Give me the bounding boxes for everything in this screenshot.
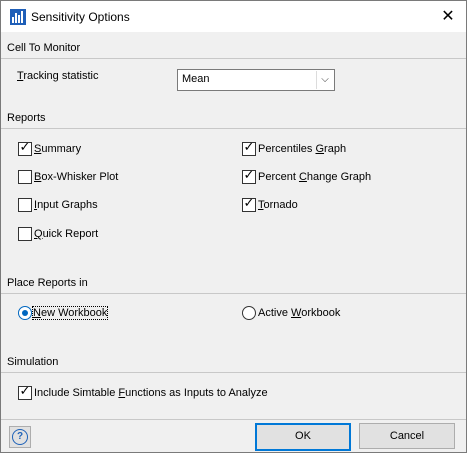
- quick-report-checkbox[interactable]: [18, 227, 32, 241]
- section-divider: [1, 58, 466, 59]
- dialog-title: Sensitivity Options: [31, 10, 130, 24]
- sensitivity-app-icon: [10, 9, 26, 25]
- help-icon: ?: [12, 429, 28, 445]
- checkmark-icon: ✓: [19, 383, 31, 398]
- checkmark-icon: ✓: [243, 139, 255, 154]
- close-icon[interactable]: ✕: [438, 7, 458, 27]
- tracking-statistic-select[interactable]: Mean ⌵: [177, 69, 335, 91]
- percentiles-graph-label[interactable]: Percentiles Graph: [258, 143, 346, 155]
- input-graphs-checkbox[interactable]: [18, 198, 32, 212]
- tornado-label[interactable]: Tornado: [258, 199, 298, 211]
- ok-button[interactable]: OK: [255, 423, 351, 451]
- section-label: Reports: [7, 112, 46, 124]
- section-cell-to-monitor: Cell To Monitor: [1, 39, 466, 59]
- chevron-down-icon[interactable]: ⌵: [316, 71, 333, 89]
- active-workbook-radio[interactable]: [242, 306, 256, 320]
- summary-label[interactable]: Summary: [34, 143, 81, 155]
- new-workbook-radio[interactable]: [18, 306, 32, 320]
- cancel-button[interactable]: Cancel: [359, 423, 455, 449]
- checkmark-icon: ✓: [243, 167, 255, 182]
- quick-report-label[interactable]: Quick Report: [34, 228, 98, 240]
- active-workbook-label[interactable]: Active Workbook: [258, 307, 340, 319]
- tracking-statistic-label: Tracking statistic: [17, 70, 99, 82]
- include-simtable-functions-checkbox[interactable]: ✓: [18, 383, 32, 400]
- percentiles-graph-checkbox[interactable]: ✓: [242, 139, 256, 156]
- new-workbook-label[interactable]: New Workbook: [31, 306, 109, 320]
- section-divider: [1, 372, 466, 373]
- percent-change-graph-label[interactable]: Percent Change Graph: [258, 171, 371, 183]
- radio-selected-dot: [22, 310, 28, 316]
- percent-change-graph-checkbox[interactable]: ✓: [242, 167, 256, 184]
- box-whisker-label[interactable]: Box-Whisker Plot: [34, 171, 118, 183]
- section-divider: [1, 128, 466, 129]
- tracking-statistic-value: Mean: [182, 73, 210, 85]
- footer-divider: [1, 419, 466, 420]
- section-place-reports: Place Reports in: [1, 274, 466, 294]
- include-simtable-functions-label[interactable]: Include Simtable Functions as Inputs to …: [34, 387, 268, 399]
- section-label: Simulation: [7, 356, 59, 368]
- section-label: Cell To Monitor: [7, 42, 81, 54]
- box-whisker-checkbox[interactable]: [18, 170, 32, 184]
- help-button[interactable]: ?: [9, 426, 31, 448]
- sensitivity-options-dialog: Sensitivity Options ✕ Cell To Monitor Tr…: [0, 0, 467, 453]
- title-bar: Sensitivity Options ✕: [1, 1, 466, 32]
- section-reports: Reports: [1, 109, 466, 129]
- summary-checkbox[interactable]: ✓: [18, 139, 32, 156]
- checkmark-icon: ✓: [243, 195, 255, 210]
- section-simulation: Simulation: [1, 353, 466, 373]
- section-divider: [1, 293, 466, 294]
- input-graphs-label[interactable]: Input Graphs: [34, 199, 98, 211]
- checkmark-icon: ✓: [19, 139, 31, 154]
- tornado-checkbox[interactable]: ✓: [242, 195, 256, 212]
- section-label: Place Reports in: [7, 277, 88, 289]
